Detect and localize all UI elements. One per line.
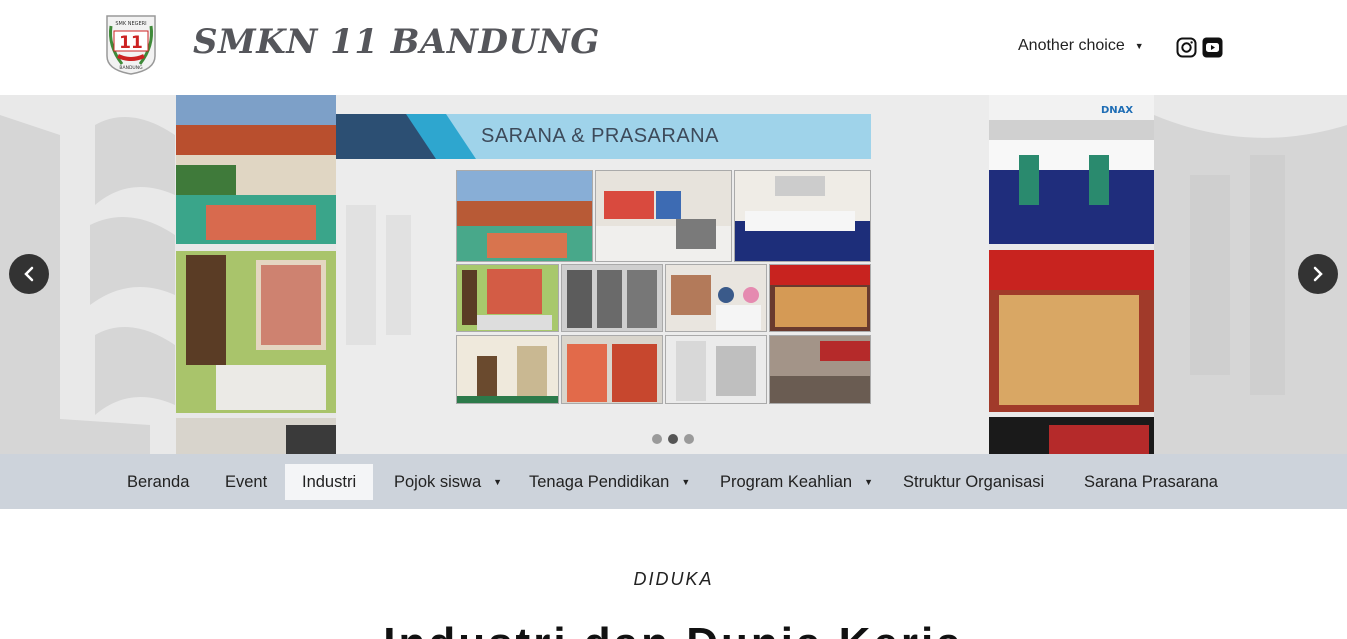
- site-header: 11 SMK NEGERI BANDUNG SMKN 11 BANDUNG An…: [0, 0, 1347, 95]
- chevron-left-icon: [24, 266, 34, 282]
- site-title[interactable]: SMKN 11 BANDUNG: [193, 22, 600, 62]
- collage-photo: [665, 335, 767, 404]
- nav-item-label: Sarana Prasarana: [1084, 472, 1218, 491]
- nav-item-label: Industri: [302, 472, 357, 491]
- image-slider: SARANA & PRASARANA DNAX: [0, 95, 1347, 454]
- slider-prev-button[interactable]: [9, 254, 49, 294]
- nav-item-beranda[interactable]: Beranda: [110, 464, 206, 500]
- slider-dot[interactable]: [684, 434, 694, 444]
- school-logo[interactable]: 11 SMK NEGERI BANDUNG: [104, 12, 158, 76]
- svg-text:BANDUNG: BANDUNG: [119, 65, 143, 71]
- nav-item-label: Struktur Organisasi: [903, 472, 1045, 491]
- collage-photo: [769, 335, 871, 404]
- another-choice-menu[interactable]: Another choice ▼: [1018, 37, 1144, 55]
- collage-photo: [456, 335, 559, 404]
- chevron-right-icon: [1313, 266, 1323, 282]
- collage-photo: [456, 264, 559, 332]
- section-headline: Industri dan Dunia Kerja: [0, 622, 1347, 639]
- nav-item-struktur-organisasi[interactable]: Struktur Organisasi: [886, 464, 1061, 500]
- svg-text:DNAX: DNAX: [1101, 105, 1133, 116]
- nav-item-label: Pojok siswa: [394, 472, 482, 491]
- nav-item-label: Program Keahlian: [720, 472, 853, 491]
- svg-text:11: 11: [119, 33, 143, 53]
- nav-item-label: Tenaga Pendidikan: [529, 472, 670, 491]
- collage-photo: [595, 170, 732, 262]
- nav-item-event[interactable]: Event: [208, 464, 284, 500]
- nav-item-industri[interactable]: Industri: [285, 464, 374, 500]
- instagram-icon[interactable]: [1176, 37, 1197, 58]
- nav-item-pojok-siswa[interactable]: Pojok siswa ▼: [377, 464, 519, 500]
- another-choice-label: Another choice: [1018, 37, 1125, 54]
- caret-down-icon: ▼: [1134, 41, 1144, 51]
- nav-item-label: Event: [225, 472, 268, 491]
- next-slide-preview: DNAX: [989, 95, 1154, 454]
- nav-item-label: Beranda: [127, 472, 190, 491]
- slider-dot[interactable]: [652, 434, 662, 444]
- collage-photo: [769, 264, 871, 332]
- slider-indicators: [652, 434, 694, 444]
- slide-banner-title: SARANA & PRASARANA: [481, 125, 719, 147]
- section-kicker: DIDUKA: [633, 569, 714, 589]
- caret-down-icon: ▼: [864, 477, 873, 487]
- collage-photo: [561, 264, 663, 332]
- collage-photo: [561, 335, 663, 404]
- youtube-icon[interactable]: [1202, 37, 1223, 58]
- nav-item-tenaga-pendidikan[interactable]: Tenaga Pendidikan ▼: [512, 464, 707, 500]
- caret-down-icon: ▼: [681, 477, 691, 487]
- collage-photo: [456, 170, 593, 262]
- slider-next-button[interactable]: [1298, 254, 1338, 294]
- collage-photo: [734, 170, 871, 262]
- nav-item-program-keahlian[interactable]: Program Keahlian ▼: [703, 464, 890, 500]
- previous-slide-preview: [176, 95, 336, 454]
- nav-item-sarana-prasarana[interactable]: Sarana Prasarana: [1067, 464, 1235, 500]
- slider-dot-active[interactable]: [668, 434, 678, 444]
- svg-text:SMK NEGERI: SMK NEGERI: [115, 21, 146, 27]
- caret-down-icon: ▼: [493, 477, 503, 487]
- collage-photo: [665, 264, 767, 332]
- main-navigation: Beranda Event Industri Pojok siswa ▼ Ten…: [0, 454, 1347, 509]
